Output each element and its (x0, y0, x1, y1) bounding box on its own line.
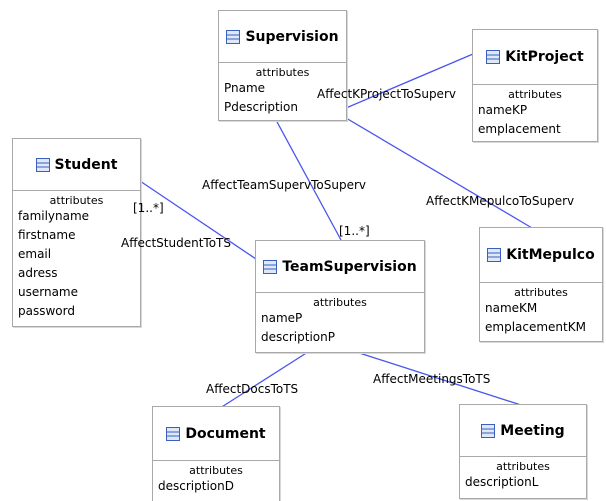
association-label-kitmepulco-supervision[interactable]: AffectKMepulcoToSuperv (426, 194, 574, 208)
attribute: familyname (18, 209, 90, 223)
class-header: KitMepulco (480, 228, 602, 283)
class-icon (487, 248, 502, 262)
association-label-kitproject-supervision[interactable]: AffectKProjectToSuperv (317, 87, 456, 101)
multiplicity-student-end: [1..*] (133, 201, 164, 215)
attribute: emplacementKM (485, 320, 586, 334)
attribute: descriptionD (158, 479, 234, 493)
multiplicity-teamsupervision-end: [1..*] (339, 224, 370, 238)
attribute: adress (18, 266, 58, 280)
attribute: nameP (261, 311, 303, 325)
class-name: Document (185, 425, 266, 442)
attribute: username (18, 285, 78, 299)
attribute: descriptionP (261, 330, 335, 344)
class-header: Student (13, 139, 140, 191)
class-name: KitProject (505, 49, 584, 65)
attribute: emplacement (478, 122, 561, 136)
attribute-list: descriptionL (460, 473, 586, 492)
class-icon (166, 426, 181, 441)
class-header: Meeting (460, 405, 586, 457)
association-label-student-teamsupervision[interactable]: AffectStudentToTS (121, 236, 231, 250)
attributes-compartment-label: attributes (255, 66, 310, 79)
attribute-list: descriptionD (153, 477, 279, 496)
class-diagram: Supervision attributes Pname Pdescriptio… (0, 0, 606, 501)
class-icon (226, 29, 241, 44)
attributes-compartment-label: attributes (508, 88, 562, 101)
class-icon (481, 423, 496, 438)
class-icon (486, 50, 501, 64)
class-header: KitProject (473, 30, 597, 85)
attribute: password (18, 304, 75, 318)
class-document[interactable]: Document attributes descriptionD (152, 406, 280, 501)
class-header: Supervision (219, 11, 346, 63)
class-student[interactable]: Student attributes familyname firstname … (12, 138, 141, 327)
class-name: Student (54, 156, 118, 173)
attribute: nameKM (485, 301, 538, 315)
association-label-meeting-teamsupervision[interactable]: AffectMeetingsToTS (373, 372, 490, 386)
class-teamsupervision[interactable]: TeamSupervision attributes nameP descrip… (255, 240, 425, 353)
association-label-teamsupervision-supervision[interactable]: AffectTeamSupervToSuperv (202, 178, 366, 192)
attributes-compartment-label: attributes (313, 296, 367, 309)
attribute: nameKP (478, 103, 528, 117)
attributes-compartment-label: attributes (496, 460, 550, 473)
class-meeting[interactable]: Meeting attributes descriptionL (459, 404, 587, 499)
class-icon (35, 157, 50, 172)
attributes-compartment-label: attributes (189, 464, 243, 477)
class-name: Supervision (245, 28, 339, 45)
attribute-list: nameKM emplacementKM (480, 299, 602, 337)
attribute: descriptionL (465, 475, 539, 489)
class-header: TeamSupervision (256, 241, 424, 293)
class-supervision[interactable]: Supervision attributes Pname Pdescriptio… (218, 10, 347, 121)
class-name: Meeting (500, 422, 565, 439)
class-header: Document (153, 407, 279, 461)
attribute-list: nameP descriptionP (256, 309, 424, 347)
class-icon (263, 259, 278, 274)
class-name: TeamSupervision (282, 258, 417, 275)
attributes-compartment-label: attributes (49, 194, 104, 207)
class-name: KitMepulco (506, 247, 595, 263)
class-kitproject[interactable]: KitProject attributes nameKP emplacement (472, 29, 598, 142)
attribute-list: familyname firstname email adress userna… (13, 207, 140, 321)
association-label-document-teamsupervision[interactable]: AffectDocsToTS (206, 382, 298, 396)
attribute-list: nameKP emplacement (473, 101, 597, 139)
class-kitmepulco[interactable]: KitMepulco attributes nameKM emplacement… (479, 227, 603, 342)
attributes-compartment-label: attributes (514, 286, 568, 299)
